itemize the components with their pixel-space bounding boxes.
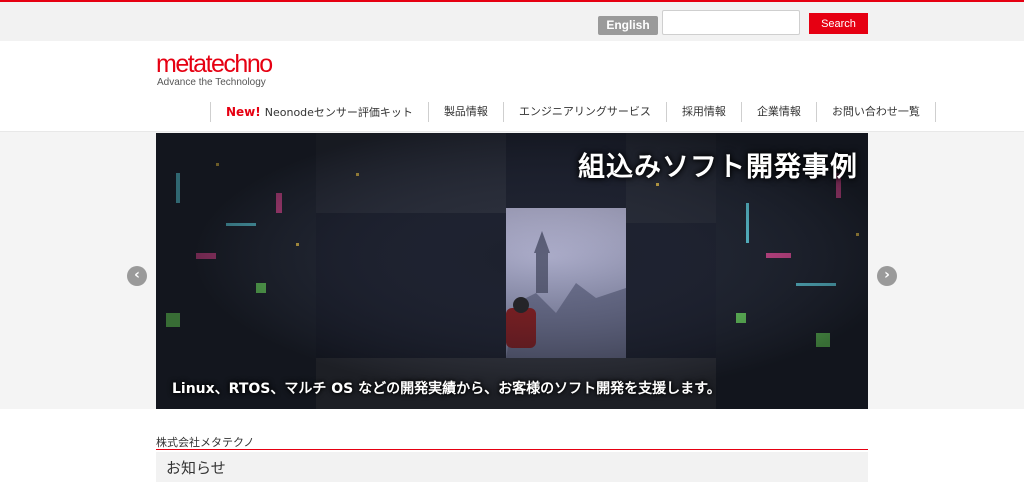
nav-item-recruit[interactable]: 採用情報 [665,102,741,122]
company-name: 株式会社メタテクノ [156,436,255,449]
hero-caption: Linux、RTOS、マルチ OS などの開発実績から、お客様のソフト開発を支援… [172,381,721,397]
search-input[interactable] [662,10,800,35]
logo-wordmark: metatechno [156,50,273,78]
hero-slider[interactable]: 組込みソフト開発事例 Linux、RTOS、マルチ OS などの開発実績から、お… [156,133,868,409]
search-button[interactable]: Search [809,13,868,34]
nav-item-engineering-services[interactable]: エンジニアリングサービス [502,102,666,122]
hero-title: 組込みソフト開発事例 [578,152,858,183]
nav-item-contact[interactable]: お問い合わせ一覧 [815,102,936,122]
nav-item-company[interactable]: 企業情報 [740,102,816,122]
logo-tagline: Advance the Technology [157,77,266,88]
nav-item-label: Neonodeセンサー評価キット [264,106,413,119]
company-divider [156,449,868,450]
main-navigation: New! Neonodeセンサー評価キット 製品情報 エンジニアリングサービス 採… [210,102,936,122]
news-title: お知らせ [166,459,226,477]
top-utility-bar [0,2,1024,41]
chevron-left-icon[interactable]: ‹ [127,266,147,286]
site-logo[interactable]: metatechno Advance the Technology [156,50,273,89]
chevron-right-icon[interactable]: › [877,266,897,286]
nav-item-neonode[interactable]: New! Neonodeセンサー評価キット [210,102,428,122]
nav-item-products[interactable]: 製品情報 [427,102,503,122]
new-badge: New! [226,105,261,119]
news-section: お知らせ [156,452,868,482]
english-button[interactable]: English [598,16,658,35]
